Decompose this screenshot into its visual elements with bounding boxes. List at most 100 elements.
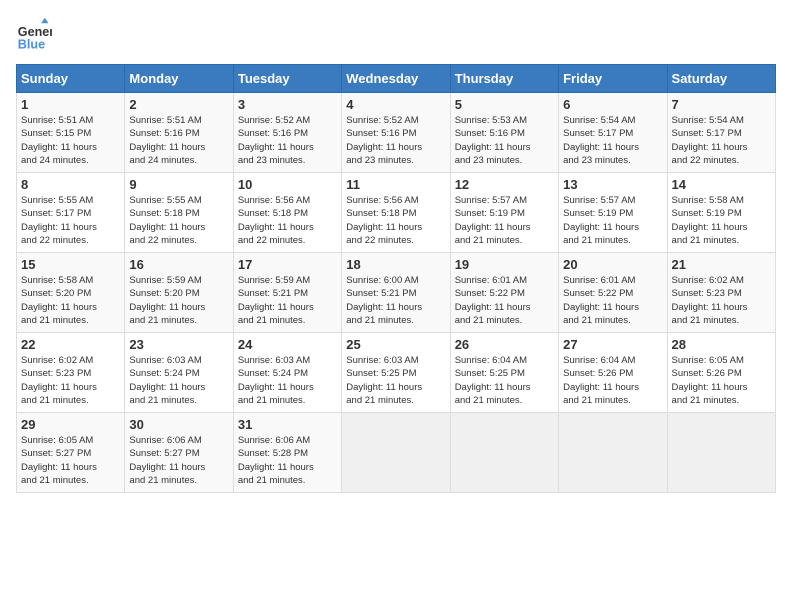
day-info: Sunrise: 6:01 AM Sunset: 5:22 PM Dayligh… [455, 274, 554, 327]
calendar-cell: 11 Sunrise: 5:56 AM Sunset: 5:18 PM Dayli… [342, 173, 450, 253]
day-info: Sunrise: 6:03 AM Sunset: 5:24 PM Dayligh… [238, 354, 337, 407]
day-info: Sunrise: 6:05 AM Sunset: 5:26 PM Dayligh… [672, 354, 771, 407]
header-saturday: Saturday [667, 65, 775, 93]
header-monday: Monday [125, 65, 233, 93]
day-info: Sunrise: 6:06 AM Sunset: 5:27 PM Dayligh… [129, 434, 228, 487]
day-number: 9 [129, 177, 228, 192]
calendar-week-1: 1 Sunrise: 5:51 AM Sunset: 5:15 PM Daylig… [17, 93, 776, 173]
day-info: Sunrise: 5:56 AM Sunset: 5:18 PM Dayligh… [238, 194, 337, 247]
calendar-cell: 10 Sunrise: 5:56 AM Sunset: 5:18 PM Dayli… [233, 173, 341, 253]
day-number: 16 [129, 257, 228, 272]
day-info: Sunrise: 6:04 AM Sunset: 5:25 PM Dayligh… [455, 354, 554, 407]
day-number: 5 [455, 97, 554, 112]
header-sunday: Sunday [17, 65, 125, 93]
day-number: 30 [129, 417, 228, 432]
day-info: Sunrise: 5:51 AM Sunset: 5:16 PM Dayligh… [129, 114, 228, 167]
calendar-week-4: 22 Sunrise: 6:02 AM Sunset: 5:23 PM Dayli… [17, 333, 776, 413]
calendar-cell [559, 413, 667, 493]
day-info: Sunrise: 5:54 AM Sunset: 5:17 PM Dayligh… [563, 114, 662, 167]
day-info: Sunrise: 5:53 AM Sunset: 5:16 PM Dayligh… [455, 114, 554, 167]
calendar-cell: 6 Sunrise: 5:54 AM Sunset: 5:17 PM Daylig… [559, 93, 667, 173]
calendar-week-3: 15 Sunrise: 5:58 AM Sunset: 5:20 PM Dayli… [17, 253, 776, 333]
day-info: Sunrise: 5:52 AM Sunset: 5:16 PM Dayligh… [346, 114, 445, 167]
day-number: 29 [21, 417, 120, 432]
calendar-week-2: 8 Sunrise: 5:55 AM Sunset: 5:17 PM Daylig… [17, 173, 776, 253]
calendar-cell: 22 Sunrise: 6:02 AM Sunset: 5:23 PM Dayli… [17, 333, 125, 413]
day-number: 12 [455, 177, 554, 192]
logo: General Blue [16, 16, 52, 52]
calendar-cell: 26 Sunrise: 6:04 AM Sunset: 5:25 PM Dayli… [450, 333, 558, 413]
day-number: 31 [238, 417, 337, 432]
calendar-cell: 13 Sunrise: 5:57 AM Sunset: 5:19 PM Dayli… [559, 173, 667, 253]
calendar-cell: 12 Sunrise: 5:57 AM Sunset: 5:19 PM Dayli… [450, 173, 558, 253]
day-number: 4 [346, 97, 445, 112]
day-number: 15 [21, 257, 120, 272]
day-number: 18 [346, 257, 445, 272]
calendar-cell [342, 413, 450, 493]
day-info: Sunrise: 5:52 AM Sunset: 5:16 PM Dayligh… [238, 114, 337, 167]
day-number: 19 [455, 257, 554, 272]
calendar-cell: 19 Sunrise: 6:01 AM Sunset: 5:22 PM Dayli… [450, 253, 558, 333]
header-tuesday: Tuesday [233, 65, 341, 93]
day-number: 28 [672, 337, 771, 352]
day-number: 1 [21, 97, 120, 112]
calendar-cell: 4 Sunrise: 5:52 AM Sunset: 5:16 PM Daylig… [342, 93, 450, 173]
day-number: 20 [563, 257, 662, 272]
calendar-header-row: SundayMondayTuesdayWednesdayThursdayFrid… [17, 65, 776, 93]
day-info: Sunrise: 5:54 AM Sunset: 5:17 PM Dayligh… [672, 114, 771, 167]
calendar-cell: 25 Sunrise: 6:03 AM Sunset: 5:25 PM Dayli… [342, 333, 450, 413]
day-number: 23 [129, 337, 228, 352]
day-info: Sunrise: 5:55 AM Sunset: 5:17 PM Dayligh… [21, 194, 120, 247]
day-info: Sunrise: 5:55 AM Sunset: 5:18 PM Dayligh… [129, 194, 228, 247]
svg-text:Blue: Blue [18, 37, 45, 51]
calendar-cell: 16 Sunrise: 5:59 AM Sunset: 5:20 PM Dayli… [125, 253, 233, 333]
day-info: Sunrise: 5:59 AM Sunset: 5:20 PM Dayligh… [129, 274, 228, 327]
day-info: Sunrise: 5:57 AM Sunset: 5:19 PM Dayligh… [455, 194, 554, 247]
day-info: Sunrise: 6:00 AM Sunset: 5:21 PM Dayligh… [346, 274, 445, 327]
calendar-cell: 2 Sunrise: 5:51 AM Sunset: 5:16 PM Daylig… [125, 93, 233, 173]
day-info: Sunrise: 6:02 AM Sunset: 5:23 PM Dayligh… [672, 274, 771, 327]
calendar-cell: 27 Sunrise: 6:04 AM Sunset: 5:26 PM Dayli… [559, 333, 667, 413]
calendar-cell: 20 Sunrise: 6:01 AM Sunset: 5:22 PM Dayli… [559, 253, 667, 333]
calendar-cell: 3 Sunrise: 5:52 AM Sunset: 5:16 PM Daylig… [233, 93, 341, 173]
day-info: Sunrise: 5:58 AM Sunset: 5:20 PM Dayligh… [21, 274, 120, 327]
day-info: Sunrise: 5:51 AM Sunset: 5:15 PM Dayligh… [21, 114, 120, 167]
day-number: 3 [238, 97, 337, 112]
logo-icon: General Blue [16, 16, 52, 52]
day-info: Sunrise: 5:58 AM Sunset: 5:19 PM Dayligh… [672, 194, 771, 247]
calendar-cell: 23 Sunrise: 6:03 AM Sunset: 5:24 PM Dayli… [125, 333, 233, 413]
day-info: Sunrise: 6:01 AM Sunset: 5:22 PM Dayligh… [563, 274, 662, 327]
day-info: Sunrise: 6:02 AM Sunset: 5:23 PM Dayligh… [21, 354, 120, 407]
day-info: Sunrise: 6:03 AM Sunset: 5:25 PM Dayligh… [346, 354, 445, 407]
calendar-cell: 31 Sunrise: 6:06 AM Sunset: 5:28 PM Dayli… [233, 413, 341, 493]
day-info: Sunrise: 5:59 AM Sunset: 5:21 PM Dayligh… [238, 274, 337, 327]
calendar-cell: 7 Sunrise: 5:54 AM Sunset: 5:17 PM Daylig… [667, 93, 775, 173]
day-number: 22 [21, 337, 120, 352]
calendar-cell: 28 Sunrise: 6:05 AM Sunset: 5:26 PM Dayli… [667, 333, 775, 413]
calendar-cell: 18 Sunrise: 6:00 AM Sunset: 5:21 PM Dayli… [342, 253, 450, 333]
day-info: Sunrise: 5:57 AM Sunset: 5:19 PM Dayligh… [563, 194, 662, 247]
day-number: 7 [672, 97, 771, 112]
day-number: 10 [238, 177, 337, 192]
calendar-cell: 29Sunrise: 6:05 AM Sunset: 5:27 PM Dayli… [17, 413, 125, 493]
day-number: 25 [346, 337, 445, 352]
calendar-week-5: 29Sunrise: 6:05 AM Sunset: 5:27 PM Dayli… [17, 413, 776, 493]
calendar-table: SundayMondayTuesdayWednesdayThursdayFrid… [16, 64, 776, 493]
day-number: 26 [455, 337, 554, 352]
calendar-cell: 21Sunrise: 6:02 AM Sunset: 5:23 PM Dayli… [667, 253, 775, 333]
day-info: Sunrise: 5:56 AM Sunset: 5:18 PM Dayligh… [346, 194, 445, 247]
day-number: 8 [21, 177, 120, 192]
day-number: 6 [563, 97, 662, 112]
day-info: Sunrise: 6:04 AM Sunset: 5:26 PM Dayligh… [563, 354, 662, 407]
calendar-body: 1 Sunrise: 5:51 AM Sunset: 5:15 PM Daylig… [17, 93, 776, 493]
day-number: 27 [563, 337, 662, 352]
day-number: 13 [563, 177, 662, 192]
day-info: Sunrise: 6:03 AM Sunset: 5:24 PM Dayligh… [129, 354, 228, 407]
calendar-cell [667, 413, 775, 493]
day-info: Sunrise: 6:06 AM Sunset: 5:28 PM Dayligh… [238, 434, 337, 487]
calendar-cell: 17Sunrise: 5:59 AM Sunset: 5:21 PM Dayli… [233, 253, 341, 333]
day-number: 11 [346, 177, 445, 192]
header-thursday: Thursday [450, 65, 558, 93]
day-number: 2 [129, 97, 228, 112]
page-header: General Blue [16, 16, 776, 52]
